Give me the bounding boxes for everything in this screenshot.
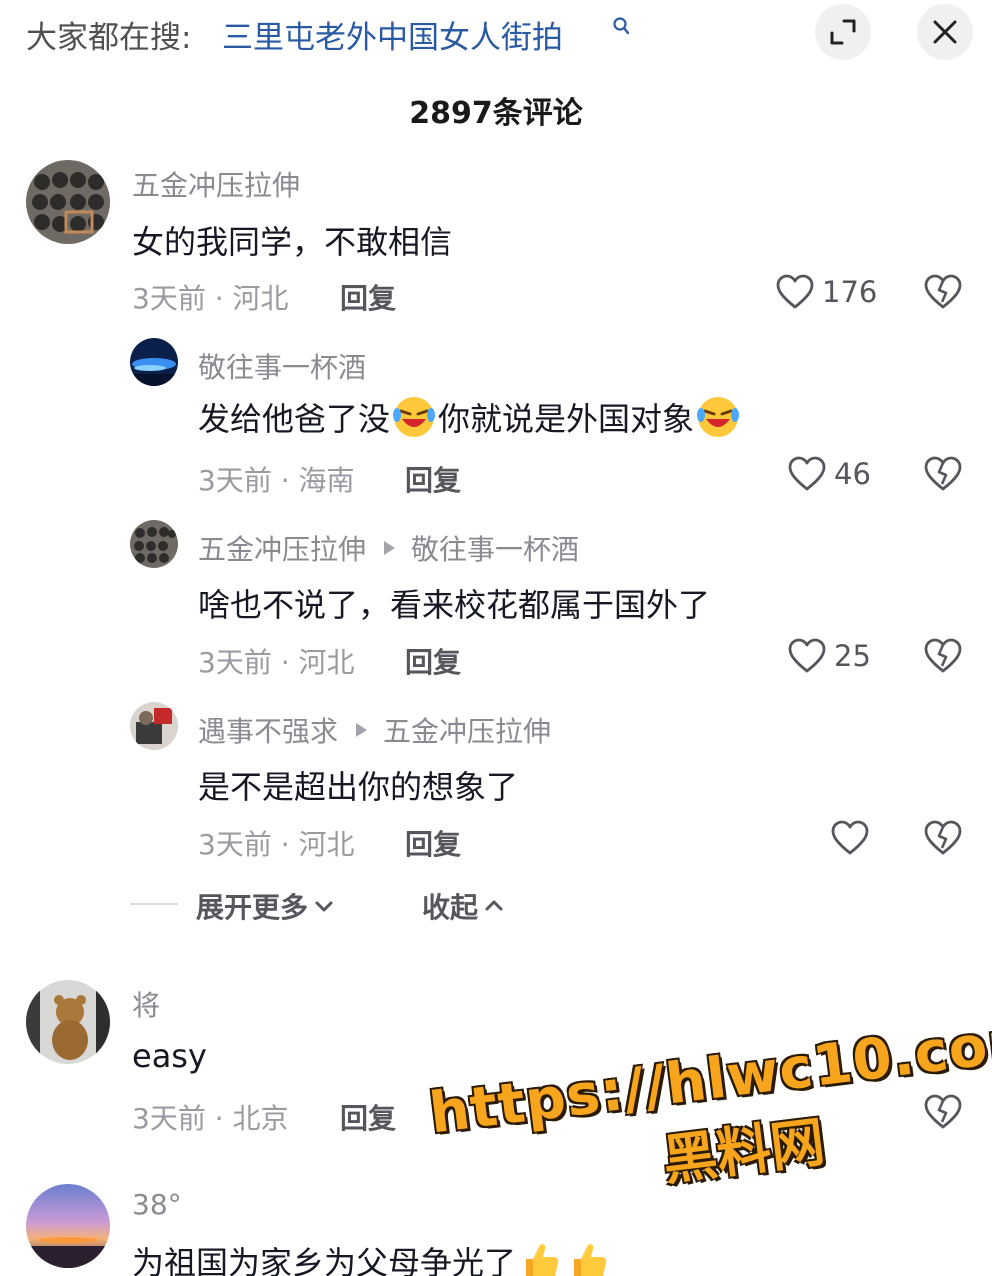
avatar[interactable]: [26, 1184, 110, 1268]
reply-target[interactable]: 敬往事一杯酒: [411, 528, 579, 568]
comment-text: easy: [132, 1037, 207, 1075]
heart-icon: [788, 456, 826, 491]
comment-username[interactable]: 将: [132, 984, 160, 1024]
avatar[interactable]: [26, 160, 110, 244]
chevron-down-icon: [315, 901, 333, 912]
watermark: https://hlwc10.com 黑料网: [426, 1006, 992, 1223]
broken-heart-icon: [924, 820, 962, 855]
comment-username[interactable]: 敬往事一杯酒: [198, 346, 366, 386]
reply-button[interactable]: 回复: [405, 641, 461, 681]
comment-meta: 3天前 · 海南: [198, 464, 355, 497]
search-suggestion-link[interactable]: 三里屯老外中国女人街拍: [222, 12, 563, 57]
like-button[interactable]: 46: [788, 456, 871, 492]
chevron-up-icon: [485, 900, 503, 911]
comment-username[interactable]: 五金冲压拉伸 敬往事一杯酒: [198, 528, 579, 568]
dislike-button[interactable]: [924, 274, 962, 314]
reply-target[interactable]: 五金冲压拉伸: [383, 710, 551, 750]
like-button[interactable]: 176: [776, 274, 877, 310]
dislike-button[interactable]: [924, 820, 962, 860]
expand-icon: [830, 19, 856, 45]
reply-button[interactable]: 回复: [405, 823, 461, 863]
like-count: 46: [834, 457, 871, 491]
search-prefix: 大家都在搜:: [26, 20, 192, 56]
comment-text: 啥也不说了，看来校花都属于国外了: [198, 586, 711, 624]
comment-text-part: 发给他爸了没: [198, 400, 391, 438]
avatar[interactable]: [130, 520, 178, 568]
heart-icon: [776, 274, 814, 309]
laughing-crying-emoji-icon: [393, 397, 436, 437]
heart-icon: [831, 820, 869, 855]
avatar[interactable]: [130, 338, 178, 386]
reply-button[interactable]: 回复: [405, 459, 461, 499]
comment-text: 发给他爸了没 你就说是外国对象: [198, 394, 742, 440]
fullscreen-button[interactable]: [815, 4, 871, 60]
reply-author[interactable]: 遇事不强求: [198, 710, 338, 750]
comment-meta: 3天前 · 河北: [198, 646, 355, 679]
reply-author[interactable]: 五金冲压拉伸: [198, 528, 366, 568]
like-button[interactable]: 25: [788, 638, 871, 674]
thumbs-up-emoji-icon: [574, 1244, 607, 1276]
reply-to-arrow-icon: [356, 723, 368, 737]
comment-text: 为祖国为家乡为父母争光了: [132, 1238, 612, 1276]
search-icon[interactable]: [612, 16, 630, 38]
laughing-crying-emoji-icon: [697, 397, 740, 437]
broken-heart-icon: [924, 274, 962, 309]
dislike-button[interactable]: [924, 638, 962, 678]
comment-count-title: 2897条评论: [409, 96, 583, 131]
collapse-button[interactable]: 收起: [422, 886, 506, 926]
reply-expand-row: 展开更多 收起: [130, 884, 730, 924]
avatar[interactable]: [26, 980, 110, 1064]
like-count: 176: [822, 275, 878, 309]
comment-username[interactable]: 遇事不强求 五金冲压拉伸: [198, 710, 551, 750]
reply-button[interactable]: 回复: [340, 277, 396, 317]
comment-text: 是不是超出你的想象了: [198, 768, 519, 806]
divider-line: [130, 903, 178, 905]
expand-more-button[interactable]: 展开更多: [196, 886, 336, 926]
close-button[interactable]: [917, 4, 973, 60]
expand-more-label: 展开更多: [196, 891, 309, 924]
heart-icon: [788, 638, 826, 673]
comment-meta: 3天前 · 河北: [198, 828, 355, 861]
comment-text-part: 为祖国为家乡为父母争光了: [132, 1244, 517, 1276]
collapse-label: 收起: [422, 891, 479, 924]
comment-username[interactable]: 五金冲压拉伸: [132, 164, 300, 204]
dislike-button[interactable]: [924, 456, 962, 496]
reply-to-arrow-icon: [384, 541, 396, 555]
broken-heart-icon: [924, 456, 962, 491]
thumbs-up-emoji-icon: [526, 1244, 559, 1276]
comment-text: 女的我同学，不敢相信: [132, 223, 453, 261]
like-button[interactable]: [831, 820, 869, 856]
comment-text-part: 你就说是外国对象: [438, 400, 695, 438]
like-count: 25: [834, 639, 871, 673]
reply-button[interactable]: 回复: [340, 1097, 396, 1137]
broken-heart-icon: [924, 638, 962, 673]
comment-meta: 3天前 · 河北: [132, 282, 289, 315]
comment-meta: 3天前 · 北京: [132, 1102, 289, 1135]
avatar[interactable]: [130, 702, 178, 750]
close-icon: [933, 20, 957, 44]
top-bar: 大家都在搜: 三里屯老外中国女人街拍: [0, 0, 992, 70]
comment-username[interactable]: 38°: [132, 1188, 182, 1221]
